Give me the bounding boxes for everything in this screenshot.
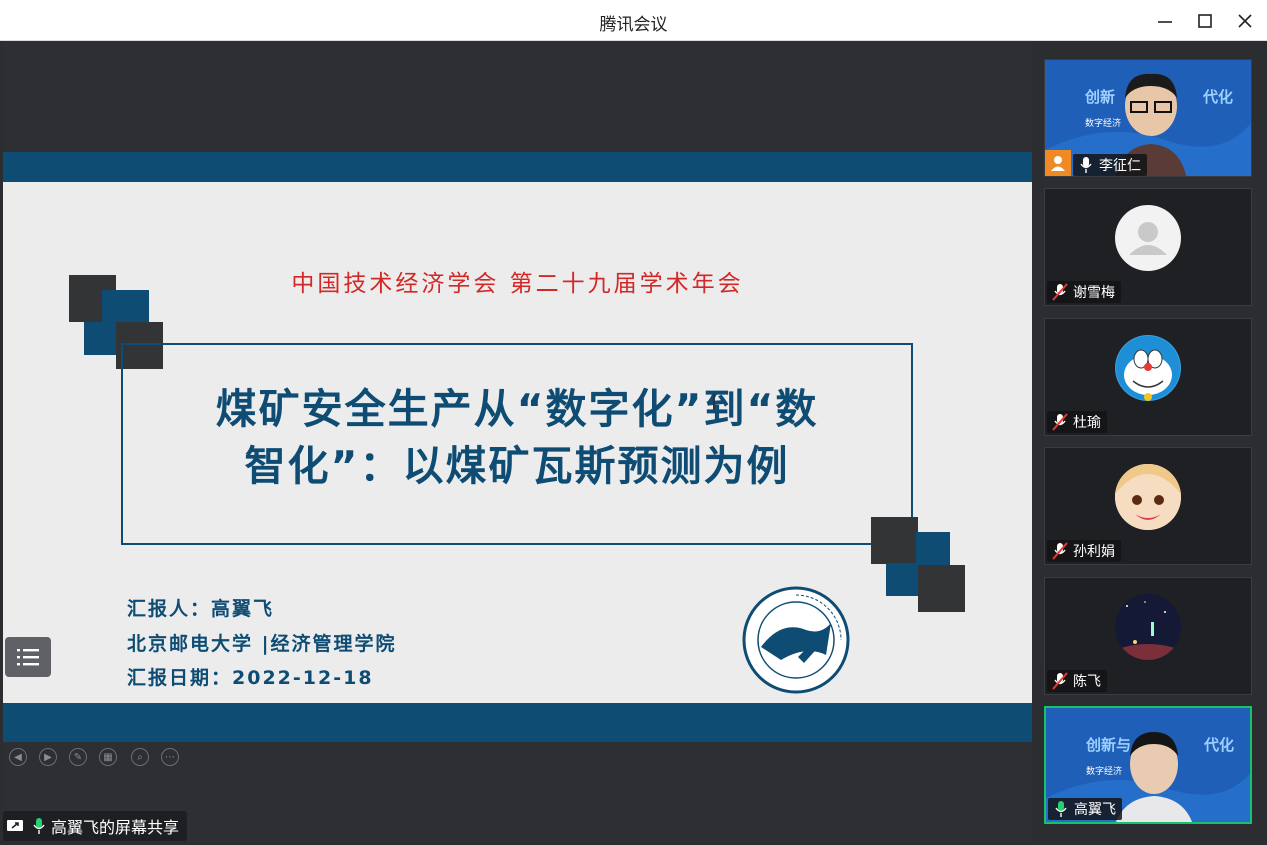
host-badge — [1045, 150, 1071, 176]
anime-avatar-icon — [1115, 464, 1181, 530]
participant-name-tag: 孙利娟 — [1047, 540, 1121, 562]
participant-name: 杜瑜 — [1073, 415, 1101, 431]
mouse-cursor-icon — [713, 394, 723, 410]
mic-on-icon — [27, 816, 51, 836]
participant-tile[interactable]: 陈飞 — [1044, 577, 1252, 695]
participant-name: 高翼飞 — [1074, 802, 1116, 818]
maximize-icon — [1198, 14, 1212, 28]
participant-tile[interactable]: 谢雪梅 — [1044, 188, 1252, 306]
slide-main-title: 煤矿安全生产从“数字化”到“数 智化”：以煤矿瓦斯预测为例 — [133, 381, 901, 495]
participant-video-person — [1116, 732, 1192, 822]
cartoon-avatar-icon — [1115, 335, 1181, 401]
participant-name-tag: 陈飞 — [1047, 670, 1107, 692]
zoom-button[interactable]: ⌕ — [131, 748, 149, 766]
mic-muted-icon — [1051, 413, 1069, 431]
university-logo — [742, 586, 850, 694]
video-banner-text2: 代化 — [1204, 736, 1235, 754]
decor-square — [916, 532, 950, 565]
list-menu-button[interactable] — [5, 637, 51, 677]
meeting-window: 腾讯会议 中国技术经济学会 第二十九届学术年会 煤矿安全生产从“数字化”到“数 … — [0, 0, 1267, 845]
shared-screen[interactable]: 中国技术经济学会 第二十九届学术年会 煤矿安全生产从“数字化”到“数 智化”：以… — [3, 41, 1032, 842]
presentation-slide: 中国技术经济学会 第二十九届学术年会 煤矿安全生产从“数字化”到“数 智化”：以… — [3, 152, 1032, 742]
close-icon — [1238, 14, 1252, 28]
mic-on-icon — [1052, 800, 1070, 818]
slides-grid-button[interactable]: ▦ — [99, 748, 117, 766]
screen-share-icon — [3, 816, 27, 836]
participant-name: 陈飞 — [1073, 674, 1101, 690]
pen-button[interactable]: ✎ — [69, 748, 87, 766]
decor-square — [84, 322, 117, 355]
prev-slide-button[interactable]: ◀ — [9, 748, 27, 766]
participant-name-tag: 李征仁 — [1073, 154, 1147, 176]
title-box: 煤矿安全生产从“数字化”到“数 智化”：以煤矿瓦斯预测为例 — [121, 343, 913, 545]
more-button[interactable]: ⋯ — [161, 748, 179, 766]
participants-panel: 创新 代化 数字经济 李征仁 谢雪梅 杜瑜 孙利娟 陈飞 创新与 代化 数字经济… — [1032, 41, 1264, 842]
conference-title: 中国技术经济学会 第二十九届学术年会 — [291, 271, 744, 297]
slide-toolbar: ◀ ▶ ✎ ▦ ⌕ ⋯ — [3, 742, 1032, 772]
slide-bottom-band — [3, 703, 1032, 742]
screen-share-text: 高翼飞的屏幕共享 — [51, 818, 180, 837]
next-slide-button[interactable]: ▶ — [39, 748, 57, 766]
minimize-button[interactable] — [1152, 8, 1178, 34]
slide-title-line1: 煤矿安全生产从“数字化”到“数 — [215, 385, 819, 433]
slide-top-band — [3, 152, 1032, 182]
pen-icon: ✎ — [73, 751, 83, 763]
participant-tile[interactable]: 创新 代化 数字经济 李征仁 — [1044, 59, 1252, 177]
reporter-label: 汇报人：高翼飞 — [127, 598, 275, 620]
participant-tile-speaking[interactable]: 创新与 代化 数字经济 高翼飞 — [1044, 706, 1252, 824]
ellipsis-icon: ⋯ — [165, 751, 175, 763]
participant-name: 李征仁 — [1099, 158, 1141, 174]
mic-muted-icon — [1051, 672, 1069, 690]
window-title: 腾讯会议 — [599, 15, 668, 35]
participant-name: 孙利娟 — [1073, 544, 1115, 560]
grid-icon: ▦ — [103, 751, 113, 763]
participant-name-tag: 杜瑜 — [1047, 411, 1107, 433]
mic-muted-icon — [1051, 283, 1069, 301]
decor-square — [871, 517, 918, 564]
maximize-button[interactable] — [1192, 8, 1218, 34]
decor-square — [886, 563, 919, 596]
participant-name-tag: 高翼飞 — [1048, 798, 1122, 820]
default-avatar-icon — [1115, 205, 1181, 271]
decor-square — [918, 565, 965, 612]
screen-share-label: 高翼飞的屏幕共享 — [3, 811, 188, 841]
participant-name: 谢雪梅 — [1073, 285, 1115, 301]
mic-on-icon — [1077, 156, 1095, 174]
participant-name-tag: 谢雪梅 — [1047, 281, 1121, 303]
close-button[interactable] — [1232, 8, 1258, 34]
date-label: 汇报日期：2022-12-18 — [127, 667, 374, 689]
participant-tile[interactable]: 杜瑜 — [1044, 318, 1252, 436]
person-icon — [1051, 156, 1065, 171]
minimize-icon — [1158, 21, 1172, 23]
list-icon — [17, 649, 39, 666]
chevron-right-icon: ▶ — [44, 751, 52, 763]
night-sky-avatar-icon — [1115, 594, 1181, 660]
title-bar: 腾讯会议 — [0, 0, 1267, 41]
affiliation-label: 北京邮电大学 |经济管理学院 — [127, 633, 397, 655]
video-banner-text2: 代化 — [1203, 88, 1234, 106]
chevron-left-icon: ◀ — [14, 751, 22, 763]
magnifier-icon: ⌕ — [137, 751, 143, 763]
mic-muted-icon — [1051, 542, 1069, 560]
participant-tile[interactable]: 孙利娟 — [1044, 447, 1252, 565]
slide-title-line2: 智化”：以煤矿瓦斯预测为例 — [244, 442, 790, 490]
